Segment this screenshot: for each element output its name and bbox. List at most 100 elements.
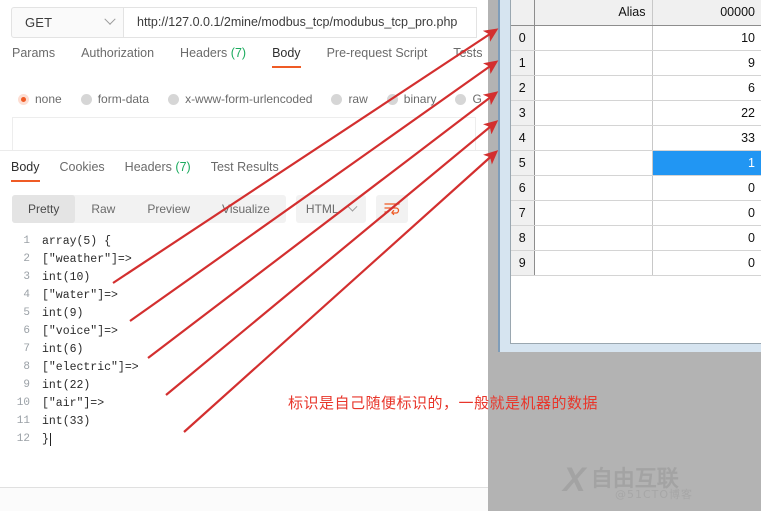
code-line: 12} — [0, 430, 488, 448]
row-value[interactable]: 10 — [652, 25, 761, 51]
table-row[interactable]: 1 9 — [511, 50, 761, 76]
row-alias[interactable] — [534, 250, 653, 276]
tab-tests[interactable]: Tests — [453, 46, 482, 68]
table-row[interactable]: 5 1 — [511, 150, 761, 176]
row-value[interactable]: 33 — [652, 125, 761, 151]
tab-body-label: Body — [272, 46, 301, 60]
tab-pre-request-script[interactable]: Pre-request Script — [327, 46, 428, 68]
row-index: 1 — [511, 50, 535, 76]
table-row[interactable]: 0 10 — [511, 25, 761, 51]
register-table: Alias 00000 0 10 1 9 2 6 3 22 4 33 5 1 6… — [511, 0, 761, 276]
body-type-graphql-label: G — [472, 92, 482, 106]
window-bottom-border — [500, 344, 761, 352]
chevron-down-icon — [104, 13, 116, 25]
tab-body[interactable]: Body — [272, 46, 301, 68]
response-body-code[interactable]: 1 array(5) { 2 ["weather"]=> 3 int(10) 4 ["w… — [0, 232, 488, 460]
word-wrap-button[interactable] — [375, 195, 408, 223]
line-number: 9 — [23, 379, 30, 391]
row-value[interactable]: 22 — [652, 100, 761, 126]
line-number: 11 — [16, 415, 30, 427]
tab-authorization[interactable]: Authorization — [81, 46, 154, 68]
response-tab-test-results[interactable]: Test Results — [211, 160, 279, 182]
radio-icon — [386, 93, 398, 105]
header-address[interactable]: 00000 — [652, 0, 761, 26]
line-number: 2 — [23, 253, 30, 265]
response-tab-headers[interactable]: Headers (7) — [125, 160, 191, 182]
code-line: 2 ["weather"]=> — [0, 250, 488, 268]
screenshot-root: GET http://127.0.0.1/2mine/modbus_tcp/mo… — [0, 0, 761, 511]
table-row[interactable]: 9 0 — [511, 250, 761, 276]
code-text: int(10) — [42, 270, 91, 284]
line-number: 7 — [23, 343, 30, 355]
line-number: 3 — [23, 271, 30, 283]
row-value[interactable]: 9 — [652, 50, 761, 76]
row-value[interactable]: 0 — [652, 250, 761, 276]
response-view-segmented: Pretty Raw Preview Visualize — [12, 195, 286, 223]
row-alias[interactable] — [534, 175, 653, 201]
tab-tests-label: Tests — [453, 46, 483, 60]
row-alias[interactable] — [534, 150, 653, 176]
row-alias[interactable] — [534, 225, 653, 251]
body-type-urlencoded-label: x-www-form-urlencoded — [185, 92, 313, 106]
row-value[interactable]: 0 — [652, 175, 761, 201]
code-line: 4 ["water"]=> — [0, 286, 488, 304]
table-row[interactable]: 4 33 — [511, 125, 761, 151]
body-type-form-data[interactable]: form-data — [80, 92, 149, 106]
body-type-urlencoded[interactable]: x-www-form-urlencoded — [168, 92, 312, 106]
row-index: 3 — [511, 100, 535, 126]
response-format-select[interactable]: HTML — [295, 195, 366, 223]
row-index: 7 — [511, 200, 535, 226]
tab-headers-count: (7) — [230, 46, 247, 60]
body-type-binary[interactable]: binary — [386, 92, 436, 106]
row-value-selected[interactable]: 1 — [652, 150, 761, 176]
word-wrap-icon — [383, 203, 400, 216]
header-alias[interactable]: Alias — [534, 0, 653, 26]
view-visualize[interactable]: Visualize — [206, 195, 286, 223]
response-status-bar — [0, 488, 488, 511]
row-value[interactable]: 0 — [652, 200, 761, 226]
line-number: 8 — [23, 361, 30, 373]
response-view-toolbar: Pretty Raw Preview Visualize HTML — [12, 195, 408, 223]
request-url-text: http://127.0.0.1/2mine/modbus_tcp/modubu… — [137, 15, 458, 29]
row-alias[interactable] — [534, 75, 653, 101]
code-text: ["voice"]=> — [42, 324, 118, 338]
response-tab-bar: Body Cookies Headers (7) Test Results — [0, 160, 488, 188]
row-value[interactable]: 0 — [652, 225, 761, 251]
body-type-raw[interactable]: raw — [331, 92, 368, 106]
row-index: 2 — [511, 75, 535, 101]
body-type-graphql[interactable]: G — [455, 92, 482, 106]
view-raw[interactable]: Raw — [75, 195, 131, 223]
row-alias[interactable] — [534, 200, 653, 226]
code-line: 11 int(33) — [0, 412, 488, 430]
line-number: 5 — [23, 307, 30, 319]
row-alias[interactable] — [534, 50, 653, 76]
table-row[interactable]: 6 0 — [511, 175, 761, 201]
table-row[interactable]: 8 0 — [511, 225, 761, 251]
table-row[interactable]: 3 22 — [511, 100, 761, 126]
response-tab-body[interactable]: Body — [11, 160, 40, 182]
tab-params[interactable]: Params — [12, 46, 55, 68]
watermark-logo-icon: X — [563, 461, 586, 499]
table-row[interactable]: 2 6 — [511, 75, 761, 101]
row-alias[interactable] — [534, 125, 653, 151]
body-type-none[interactable]: none — [18, 92, 62, 106]
code-line: 1 array(5) { — [0, 232, 488, 250]
view-pretty[interactable]: Pretty — [12, 195, 76, 223]
tab-headers[interactable]: Headers (7) — [180, 46, 246, 68]
body-type-none-label: none — [35, 92, 62, 106]
http-method-label: GET — [25, 14, 53, 30]
response-tab-cookies[interactable]: Cookies — [60, 160, 105, 182]
body-type-raw-label: raw — [348, 92, 368, 106]
request-body-empty-area — [12, 117, 476, 150]
request-url-input[interactable]: http://127.0.0.1/2mine/modbus_tcp/modubu… — [124, 6, 477, 38]
http-method-select[interactable]: GET — [11, 6, 124, 38]
panel-divider — [0, 150, 488, 151]
row-alias[interactable] — [534, 100, 653, 126]
view-preview[interactable]: Preview — [131, 195, 206, 223]
table-row[interactable]: 7 0 — [511, 200, 761, 226]
code-text: int(6) — [42, 342, 84, 356]
header-index — [511, 0, 535, 26]
row-alias[interactable] — [534, 25, 653, 51]
row-value[interactable]: 6 — [652, 75, 761, 101]
modbus-register-grid[interactable]: Alias 00000 0 10 1 9 2 6 3 22 4 33 5 1 6… — [510, 0, 761, 344]
